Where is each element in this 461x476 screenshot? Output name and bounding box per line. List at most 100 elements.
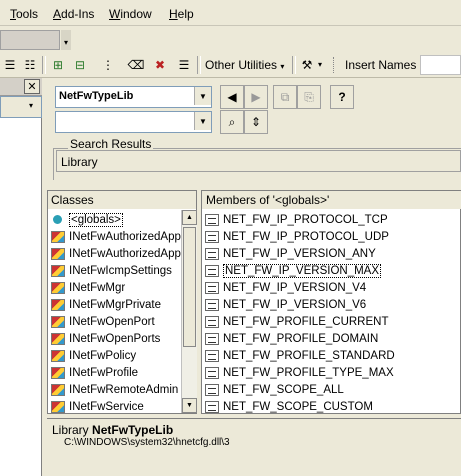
class-list-item[interactable]: INetFwRemoteAdmin (51, 381, 181, 398)
member-label: NET_FW_PROFILE_TYPE_MAX (223, 366, 394, 379)
tools-dropdown-arrow-icon[interactable]: ▾ (318, 60, 322, 69)
members-pane: Members of '<globals>' NET_FW_IP_PROTOCO… (201, 190, 461, 414)
toolbar-blank-field (0, 30, 60, 50)
chevron-down-icon[interactable]: ▼ (194, 112, 211, 130)
insert-sheet-icon[interactable]: ⊟ (70, 55, 90, 75)
member-label: NET_FW_IP_VERSION_ANY (223, 247, 376, 260)
class-list-item[interactable]: INetFwProfile (51, 364, 181, 381)
member-label: NET_FW_IP_VERSION_V6 (223, 298, 367, 311)
indent-icon[interactable]: ☰ (0, 55, 20, 75)
class-icon (51, 383, 65, 396)
class-icon (51, 315, 65, 328)
class-list-item[interactable]: INetFwService (51, 398, 181, 415)
class-list-item[interactable]: INetFwMgrPrivate (51, 296, 181, 313)
insert-names-field[interactable] (420, 55, 461, 75)
classes-pane: Classes <globals> INetFwAuthorizedApp INet… (47, 190, 197, 414)
class-icon (51, 366, 65, 379)
left-pane-selector[interactable]: ▾ (0, 96, 42, 118)
class-label: INetFwService (69, 400, 144, 413)
classes-scrollbar[interactable]: ▲ ▼ (181, 210, 197, 413)
member-label: NET_FW_IP_PROTOCOL_UDP (223, 230, 389, 243)
class-list-item[interactable]: INetFwAuthorizedApps (51, 245, 181, 262)
scroll-down-icon[interactable]: ▼ (182, 398, 197, 413)
menu-tools[interactable]: Tools (10, 7, 38, 21)
search-combo[interactable]: ▼ (55, 111, 212, 133)
scrollbar-thumb[interactable] (183, 227, 196, 347)
insert-names-button[interactable]: Insert Names (345, 58, 416, 72)
menu-add-ins[interactable]: Add-Ins (53, 7, 94, 21)
help-icon[interactable]: ? (330, 85, 354, 109)
toolbar-overflow-chevron[interactable]: ▾ (61, 30, 71, 50)
class-icon (51, 281, 65, 294)
member-label: NET_FW_IP_PROTOCOL_TCP (223, 213, 388, 226)
hierarchy-icon[interactable]: ⋮ (98, 55, 118, 75)
toolbar-separator (42, 56, 46, 74)
class-label: <globals> (69, 212, 123, 227)
details-title: Library NetFwTypeLib (52, 423, 174, 437)
member-list-item[interactable]: NET_FW_SCOPE_CUSTOM (205, 398, 459, 415)
member-list-item[interactable]: NET_FW_IP_VERSION_MAX (205, 262, 459, 279)
class-label: INetFwAuthorizedApps (69, 247, 181, 260)
member-list-item[interactable]: NET_FW_IP_VERSION_V6 (205, 296, 459, 313)
library-combo[interactable]: NetFwTypeLib ▼ (55, 86, 212, 108)
search-results-label: Search Results (68, 137, 154, 151)
forward-button[interactable]: ▶ (244, 85, 268, 109)
copy-icon[interactable]: ⧉ (273, 85, 297, 109)
class-list-item[interactable]: INetFwMgr (51, 279, 181, 296)
class-list-item[interactable]: INetFwAuthorizedApp (51, 228, 181, 245)
member-list-item[interactable]: NET_FW_PROFILE_CURRENT (205, 313, 459, 330)
dropdown-arrow-icon: ▾ (280, 62, 285, 71)
class-icon (51, 349, 65, 362)
list-icon[interactable]: ☰ (174, 55, 194, 75)
member-list-item[interactable]: NET_FW_PROFILE_STANDARD (205, 347, 459, 364)
constant-icon (205, 349, 219, 362)
class-label: INetFwAuthorizedApp (69, 230, 181, 243)
class-label: INetFwMgrPrivate (69, 298, 162, 311)
class-list-item[interactable]: INetFwPolicy (51, 347, 181, 364)
eraser-icon[interactable]: ⌫ (126, 55, 146, 75)
back-button[interactable]: ◀ (220, 85, 244, 109)
menu-help[interactable]: Help (169, 7, 194, 21)
class-label: INetFwOpenPort (69, 315, 155, 328)
classes-header: Classes (48, 191, 196, 209)
close-icon[interactable]: ✕ (24, 79, 40, 94)
outdent-icon[interactable]: ☷ (20, 55, 40, 75)
member-list-item[interactable]: NET_FW_PROFILE_TYPE_MAX (205, 364, 459, 381)
class-list-item[interactable]: INetFwOpenPort (51, 313, 181, 330)
member-list-item[interactable]: NET_FW_IP_PROTOCOL_TCP (205, 211, 459, 228)
search-results-column-header[interactable]: Library (56, 150, 461, 172)
class-list-item[interactable]: INetFwOpenPorts (51, 330, 181, 347)
member-label: NET_FW_IP_VERSION_MAX (223, 263, 382, 278)
class-label: INetFwProfile (69, 366, 139, 379)
left-pane-titlebar: ✕ (0, 78, 42, 96)
delete-icon[interactable]: ✖ (150, 55, 170, 75)
add-sheet-icon[interactable]: ⊞ (48, 55, 68, 75)
constant-icon (205, 230, 219, 243)
view-definition-icon[interactable]: ⎘ (297, 85, 321, 109)
chevron-down-icon[interactable]: ▼ (194, 87, 211, 105)
class-label: INetFwMgr (69, 281, 126, 294)
member-list-item[interactable]: NET_FW_IP_VERSION_V4 (205, 279, 459, 296)
member-list-item[interactable]: NET_FW_SCOPE_ALL (205, 381, 459, 398)
constant-icon (205, 366, 219, 379)
toggle-search-results-icon[interactable]: ⇕ (244, 110, 268, 134)
details-pane: Library NetFwTypeLib C:\WINDOWS\system32… (47, 418, 461, 476)
class-label: INetFwIcmpSettings (69, 264, 172, 277)
scroll-up-icon[interactable]: ▲ (182, 210, 197, 225)
other-utilities-dropdown[interactable]: Other Utilities ▾ (205, 58, 284, 72)
constant-icon (205, 332, 219, 345)
toolbar-separator (292, 56, 296, 74)
menu-window[interactable]: Window (109, 7, 152, 21)
class-list-item[interactable]: <globals> (51, 211, 181, 228)
class-label: INetFwOpenPorts (69, 332, 161, 345)
constant-icon (205, 400, 219, 413)
tools-icon[interactable]: ⚒ (297, 55, 317, 75)
class-list-item[interactable]: INetFwIcmpSettings (51, 262, 181, 279)
class-icon (51, 400, 65, 413)
member-list-item[interactable]: NET_FW_PROFILE_DOMAIN (205, 330, 459, 347)
member-list-item[interactable]: NET_FW_IP_PROTOCOL_UDP (205, 228, 459, 245)
class-label: INetFwRemoteAdmin (69, 383, 179, 396)
constant-icon (205, 247, 219, 260)
member-list-item[interactable]: NET_FW_IP_VERSION_ANY (205, 245, 459, 262)
search-binoculars-icon[interactable]: ⌕ (220, 110, 244, 134)
